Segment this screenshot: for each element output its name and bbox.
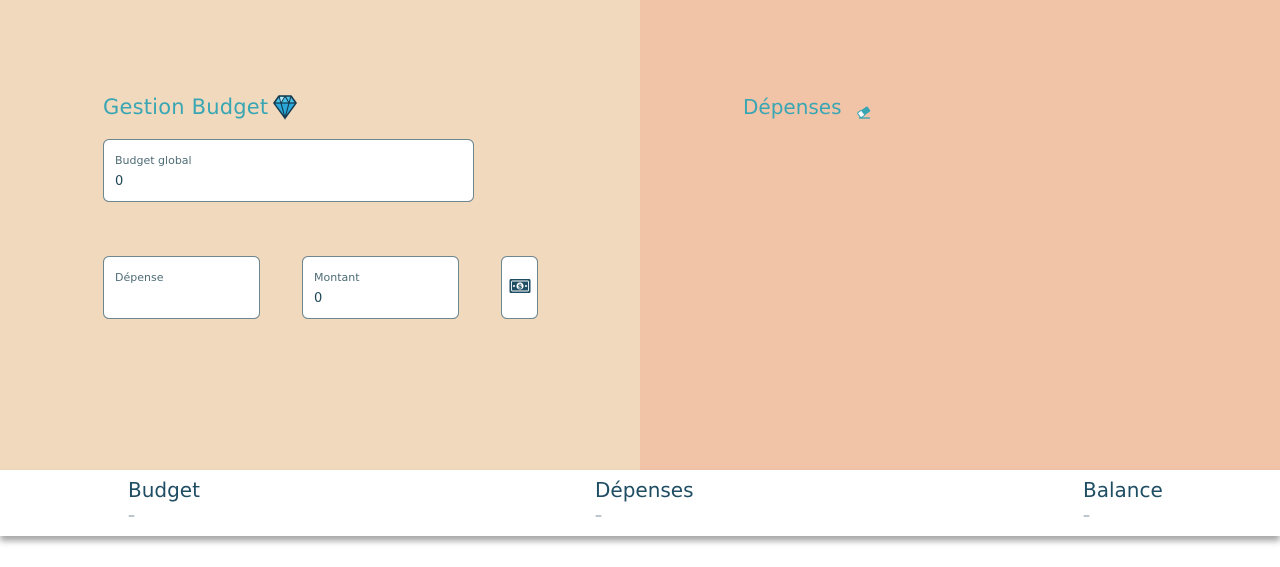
summary-balance: Balance – xyxy=(1083,478,1163,524)
gem-icon xyxy=(271,94,299,121)
summary-depenses: Dépenses – xyxy=(595,478,694,524)
summary-budget-label: Budget xyxy=(128,478,200,502)
depense-label: Dépense xyxy=(115,271,164,284)
depense-field[interactable]: Dépense xyxy=(103,256,260,319)
main-area: Gestion Budget Budget global Dépense Mon… xyxy=(0,0,1280,470)
page-title: Gestion Budget xyxy=(103,94,299,121)
budget-form-panel: Gestion Budget Budget global Dépense Mon… xyxy=(0,0,640,470)
budget-global-label: Budget global xyxy=(115,154,192,167)
summary-depenses-label: Dépenses xyxy=(595,478,694,502)
summary-budget-value: – xyxy=(128,508,135,524)
money-bill-icon: $ xyxy=(509,278,531,298)
montant-input[interactable] xyxy=(314,291,446,306)
add-expense-button[interactable]: $ xyxy=(501,256,538,319)
expenses-title: Dépenses xyxy=(743,95,872,119)
summary-balance-value: – xyxy=(1083,508,1090,524)
summary-budget: Budget – xyxy=(128,478,200,524)
summary-balance-label: Balance xyxy=(1083,478,1163,502)
eraser-icon[interactable] xyxy=(856,100,872,119)
montant-field[interactable]: Montant xyxy=(302,256,459,319)
budget-global-field[interactable]: Budget global xyxy=(103,139,474,202)
svg-text:$: $ xyxy=(517,282,522,290)
page-title-text: Gestion Budget xyxy=(103,95,269,119)
expenses-panel: Dépenses xyxy=(640,0,1280,470)
depense-input[interactable] xyxy=(115,291,247,306)
expenses-title-text: Dépenses xyxy=(743,95,842,119)
budget-global-input[interactable] xyxy=(115,174,429,189)
montant-label: Montant xyxy=(314,271,360,284)
summary-bar: Budget – Dépenses – Balance – xyxy=(0,470,1280,536)
summary-depenses-value: – xyxy=(595,508,602,524)
